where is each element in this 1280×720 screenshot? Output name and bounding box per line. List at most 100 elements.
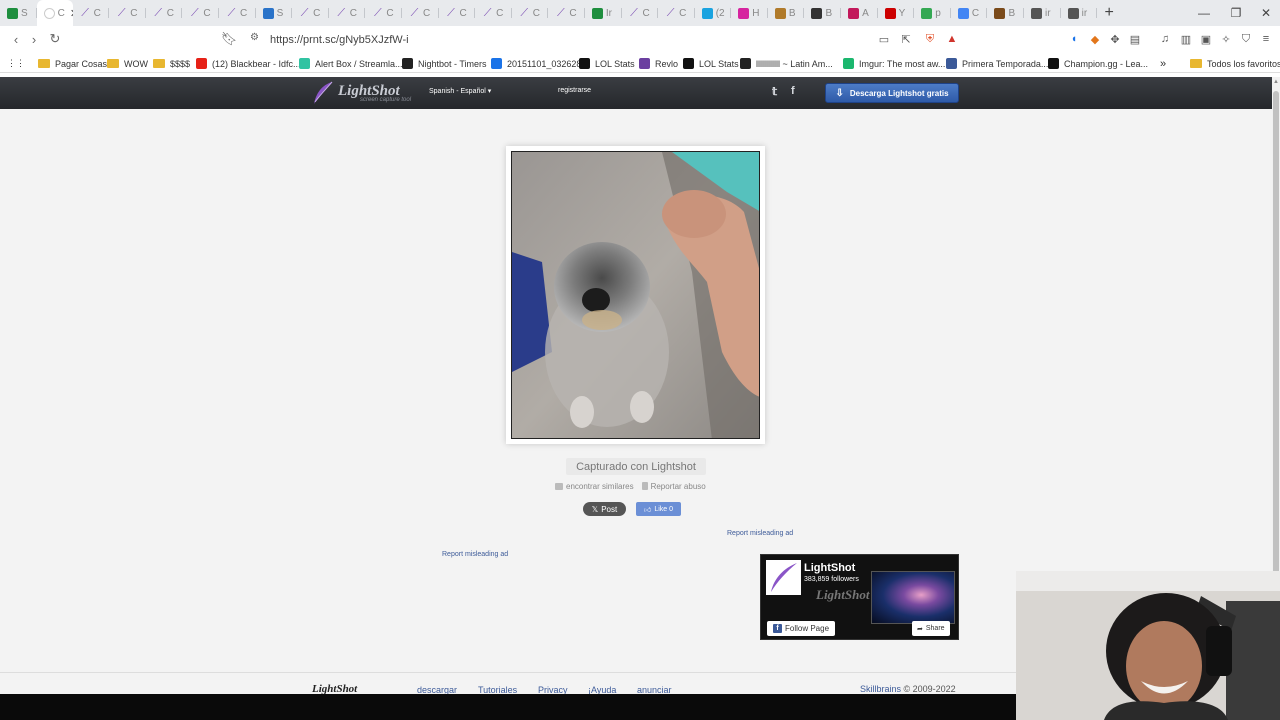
extensions-icon[interactable]: ✥ — [1107, 31, 1123, 47]
browser-tab[interactable]: B — [987, 0, 1024, 26]
browser-tab[interactable]: ⟋ C — [402, 0, 439, 26]
bookmark-item[interactable]: llllllllllll ~ Latin Am... — [740, 56, 833, 71]
wallet-icon[interactable]: ▤ — [1127, 31, 1143, 47]
find-similar-link[interactable]: encontrar similares — [555, 480, 634, 492]
browser-tab[interactable]: Ir — [585, 0, 622, 26]
brave-shield-icon[interactable]: ⛨ — [922, 31, 938, 47]
report-ad-link-left[interactable]: Report misleading ad — [442, 551, 508, 558]
bookmark-label: LOL Stats — [595, 58, 635, 69]
vpn-icon[interactable]: ⛉ — [1238, 31, 1254, 47]
browser-tab[interactable]: ⟋ C — [439, 0, 476, 26]
browser-tab[interactable]: ⟋ C — [658, 0, 695, 26]
forward-icon[interactable]: › — [24, 29, 44, 49]
site-info-icon[interactable]: ⚙ — [250, 32, 259, 43]
menu-icon[interactable]: ≡ — [1258, 31, 1274, 47]
close-window-icon[interactable]: ✕ — [1250, 0, 1280, 26]
cast-icon[interactable]: ▭ — [876, 31, 892, 47]
bookmark-item[interactable]: Imgur: The most aw... — [843, 56, 945, 71]
wallet-2-icon[interactable]: ▣ — [1198, 31, 1214, 47]
language-label: Spanish - Español — [429, 88, 486, 95]
brave-rewards-icon[interactable]: ▲ — [944, 31, 960, 47]
browser-tab[interactable]: ir — [1061, 0, 1098, 26]
tab-favicon-icon: ⟋ — [300, 6, 309, 19]
media-icon[interactable]: ♫ — [1157, 31, 1173, 47]
browser-tab[interactable]: ⟋ C — [146, 0, 183, 26]
scroll-up-icon[interactable]: ▲ — [1273, 79, 1279, 85]
register-link[interactable]: registrarse — [558, 87, 591, 94]
share-icon[interactable]: ⇱ — [898, 31, 914, 47]
bookmark-item[interactable]: Nightbot - Timers — [402, 56, 487, 71]
report-ad-link-right[interactable]: Report misleading ad — [727, 530, 793, 537]
site-header: LightShot screen capture tool Spanish - … — [0, 77, 1272, 109]
facebook-icon[interactable]: f — [791, 85, 795, 97]
browser-tab[interactable]: Y — [878, 0, 915, 26]
page-name[interactable]: LightShot — [804, 562, 855, 574]
tab-favicon-icon — [811, 7, 823, 19]
bookmark-item[interactable]: Primera Temporada... — [946, 56, 1048, 71]
bookmark-label: Nightbot - Timers — [418, 58, 487, 69]
like-label: Like 0 — [654, 505, 673, 513]
minimize-icon[interactable]: — — [1188, 0, 1220, 26]
browser-tab[interactable]: ⟋ C — [475, 0, 512, 26]
bookmark-item[interactable]: WOW — [107, 56, 148, 71]
browser-tab[interactable]: (2 — [695, 0, 732, 26]
restore-icon[interactable]: ❐ — [1220, 0, 1252, 26]
leo-icon[interactable]: ✧ — [1218, 31, 1234, 47]
browser-tab[interactable]: A — [841, 0, 878, 26]
browser-tab[interactable]: C✕ — [36, 0, 73, 26]
page-avatar[interactable] — [766, 560, 801, 595]
follow-page-button[interactable]: f Follow Page — [767, 621, 836, 636]
bookmark-item[interactable]: LOL Stats — [683, 56, 739, 71]
facebook-like-button[interactable]: 👍︎ Like 0 — [636, 502, 681, 516]
browser-tab[interactable]: ⟋ C — [73, 0, 110, 26]
apps-icon[interactable]: ⋮⋮ — [7, 56, 25, 71]
bookmark-item[interactable]: Alert Box / Streamla... — [299, 56, 403, 71]
audio-icon[interactable]: ◖ — [1066, 31, 1082, 47]
captured-with-lightshot[interactable]: Capturado con Lightshot — [566, 458, 706, 475]
sidebar-icon[interactable]: ▥ — [1178, 31, 1194, 47]
bookmark-item[interactable]: Champion.gg - Lea... — [1048, 56, 1148, 71]
share-button[interactable]: ➦ Share — [912, 621, 950, 636]
metamask-icon[interactable]: ◆ — [1087, 31, 1103, 47]
site-favicon-icon — [579, 58, 590, 69]
report-abuse-link[interactable]: Reportar abuso — [641, 480, 706, 492]
browser-tab[interactable]: ⟋ C — [548, 0, 585, 26]
new-tab-button[interactable]: + — [1097, 0, 1121, 26]
browser-tab[interactable]: ⟋ C — [182, 0, 219, 26]
bookmark-item[interactable]: $$$$ — [153, 56, 190, 71]
browser-tab[interactable]: ⟋ C — [512, 0, 549, 26]
browser-tab[interactable]: ⟋ C — [219, 0, 256, 26]
download-button[interactable]: ⇩ Descarga Lightshot gratis — [825, 83, 959, 103]
x-post-button[interactable]: 𝕏 Post — [583, 502, 626, 516]
bookmark-item[interactable]: Pagar Cosas — [38, 56, 107, 71]
browser-tab[interactable]: B — [804, 0, 841, 26]
bookmark-item[interactable]: (12) Blackbear - Idfc... — [196, 56, 301, 71]
language-selector[interactable]: Spanish - Español ▾ — [429, 87, 491, 95]
bookmark-item[interactable]: 20151101_032628 — [491, 56, 581, 71]
twitter-icon[interactable]: 𝕥 — [772, 85, 777, 98]
browser-tab[interactable]: ⟋ C — [329, 0, 366, 26]
screenshot-image[interactable] — [511, 151, 760, 439]
browser-tab[interactable]: S — [256, 0, 293, 26]
skillbrains-link[interactable]: Skillbrains — [860, 684, 901, 694]
bookmark-item[interactable]: Revlo — [639, 56, 678, 71]
browser-tab[interactable]: H — [731, 0, 768, 26]
download-label: Descarga Lightshot gratis — [849, 88, 949, 98]
browser-tab[interactable]: S — [0, 0, 37, 26]
address-bar[interactable]: ⚙ https://prnt.sc/gNyb5XJzfW-i — [246, 29, 966, 50]
back-icon[interactable]: ‹ — [6, 29, 26, 49]
bookmark-item[interactable]: LOL Stats — [579, 56, 635, 71]
bookmarks-overflow-icon[interactable]: » — [1160, 56, 1166, 71]
all-bookmarks-folder[interactable]: Todos los favoritos — [1190, 56, 1280, 71]
browser-tab[interactable]: ir — [1024, 0, 1061, 26]
lightshot-logo[interactable]: LightShot screen capture tool — [312, 81, 411, 105]
reload-icon[interactable]: ↻ — [45, 29, 65, 49]
browser-tab[interactable]: p — [914, 0, 951, 26]
browser-tab[interactable]: C — [951, 0, 988, 26]
bookmark-icon[interactable]: 🔖︎ — [219, 29, 239, 49]
browser-tab[interactable]: B — [768, 0, 805, 26]
browser-tab[interactable]: ⟋ C — [109, 0, 146, 26]
browser-tab[interactable]: ⟋ C — [292, 0, 329, 26]
browser-tab[interactable]: ⟋ C — [622, 0, 659, 26]
browser-tab[interactable]: ⟋ C — [365, 0, 402, 26]
